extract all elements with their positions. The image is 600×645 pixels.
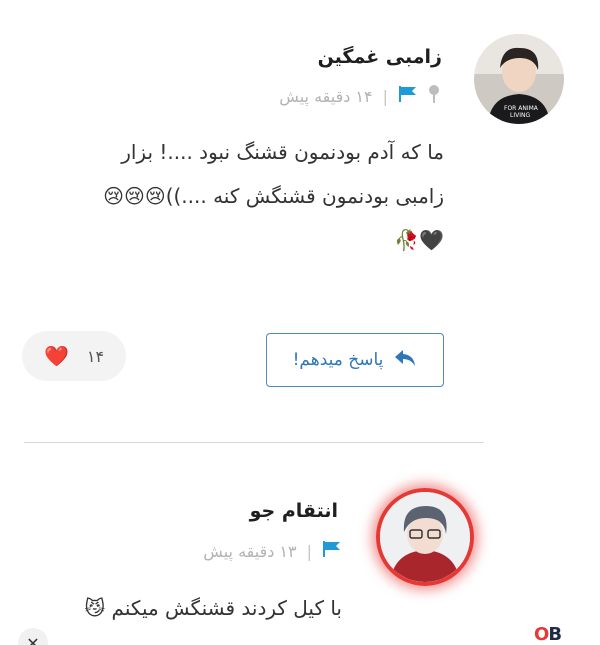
comment-time: ۱۴ دقیقه پیش bbox=[279, 86, 373, 106]
flag-icon[interactable] bbox=[398, 85, 418, 107]
comment-line: 🖤🥀 bbox=[394, 228, 444, 252]
like-count: ۱۴ bbox=[86, 346, 105, 366]
comment-line: با کیل کردند قشنگش میکنم 😼 bbox=[84, 596, 342, 620]
comment-author[interactable]: زامبی غمگین bbox=[318, 46, 442, 68]
avatar-zombie[interactable]: FOR ANIMA LIVING bbox=[474, 34, 564, 124]
comment-line: ما که آدم بودنمون قشنگ نبود ....! بزار bbox=[121, 140, 444, 164]
comment-author[interactable]: انتقام جو bbox=[250, 500, 338, 522]
comment-meta: | ۱۳ دقیقه پیش bbox=[203, 540, 342, 562]
svg-text:LIVING: LIVING bbox=[510, 112, 530, 119]
close-button[interactable]: ✕ bbox=[18, 628, 48, 645]
comment-body: ما که آدم بودنمون قشنگ نبود ....! بزار ز… bbox=[24, 130, 444, 262]
svg-text:FOR ANIMA: FOR ANIMA bbox=[504, 105, 539, 112]
meta-separator: | bbox=[306, 541, 312, 561]
meta-separator: | bbox=[382, 86, 388, 106]
brand-logo-b: B bbox=[548, 624, 562, 645]
brand-logo: OB bbox=[534, 624, 562, 645]
pin-icon bbox=[428, 84, 440, 108]
reply-label: پاسخ میدهم! bbox=[292, 350, 384, 370]
comment-line: زامبی بودنمون قشنگش کنه ....))😢😢😢 bbox=[103, 184, 444, 208]
brand-logo-o: O bbox=[534, 624, 549, 645]
flag-icon[interactable] bbox=[322, 540, 342, 562]
comment-time: ۱۳ دقیقه پیش bbox=[203, 541, 297, 561]
reply-icon bbox=[393, 348, 417, 373]
comment-meta: | ۱۴ دقیقه پیش bbox=[279, 84, 440, 108]
avatar-avenger[interactable] bbox=[376, 488, 474, 586]
close-icon: ✕ bbox=[26, 633, 40, 645]
comment-body: با کیل کردند قشنگش میکنم 😼 bbox=[22, 586, 342, 630]
like-button[interactable]: ۱۴ ❤️ bbox=[22, 331, 126, 381]
reply-button[interactable]: پاسخ میدهم! bbox=[266, 333, 444, 387]
comment-divider bbox=[24, 442, 484, 443]
heart-icon: ❤️ bbox=[43, 344, 69, 368]
